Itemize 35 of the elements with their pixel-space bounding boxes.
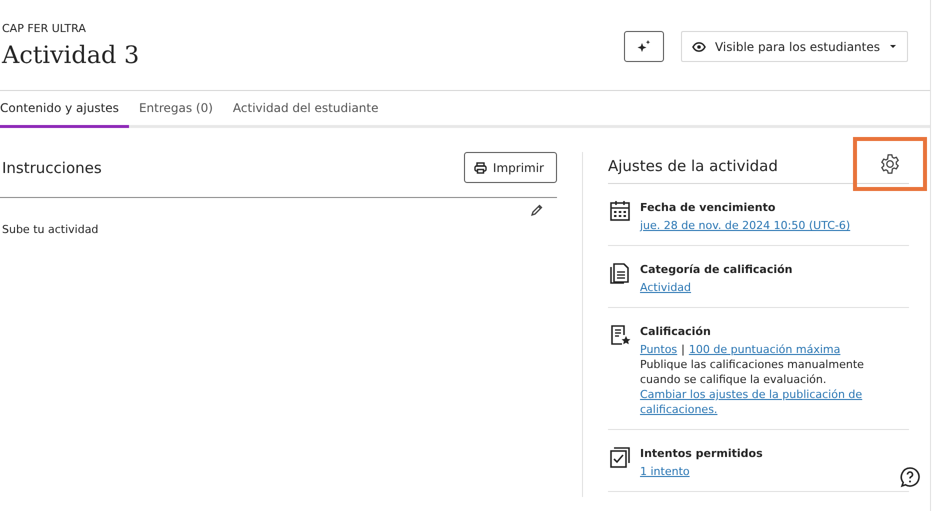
setting-link[interactable]: Actividad [640, 280, 882, 295]
pencil-icon[interactable] [530, 204, 543, 217]
setting-link[interactable]: Cambiar los ajustes de la publicación de calificaciones. [640, 387, 882, 417]
setting-title: Calificación [640, 324, 712, 339]
eye-icon [692, 42, 706, 52]
print-button[interactable]: Imprimir [464, 152, 557, 183]
tab[interactable]: Actividad del estudiante [222, 91, 388, 128]
tab[interactable]: Contenido y ajustes [0, 91, 129, 128]
ai-assist-button[interactable] [624, 31, 664, 62]
setting-title: Fecha de vencimiento [640, 200, 776, 215]
page-title: Actividad 3 [2, 41, 140, 69]
setting-link[interactable]: Puntos [640, 343, 678, 356]
checkbox-stack-icon [609, 446, 631, 468]
section-heading: Ajustes de la actividad [608, 156, 778, 174]
help-icon[interactable] [899, 466, 921, 488]
visibility-dropdown[interactable]: Visible para los estudiantes [680, 31, 908, 62]
caret-icon [889, 44, 897, 49]
setting-title: Categoría de calificación [640, 262, 794, 277]
tab[interactable]: Entregas (0) [128, 91, 223, 128]
setting-title: Intentos permitidos [640, 446, 764, 461]
settings-icon [879, 152, 901, 174]
setting-link[interactable]: jue. 28 de nov. de 2024 10:50 (UTC-6) [640, 218, 882, 233]
setting-description: Publique las calificaciones manualmente cuando se califique la evaluación. [640, 357, 865, 387]
instructions-text: Sube tu actividad [1, 223, 100, 236]
setting-link[interactable]: 100 de puntuación máxima [688, 343, 840, 356]
settings-button[interactable] [853, 136, 927, 190]
calendar-icon [609, 200, 631, 222]
document-icon [609, 262, 631, 284]
setting-link[interactable]: 1 intento [640, 464, 882, 479]
section-heading: Instrucciones [2, 158, 102, 176]
graded-document-icon [609, 324, 631, 346]
separator: | [681, 343, 685, 356]
printer-icon [474, 162, 487, 174]
sparkle-icon [636, 40, 651, 54]
course-name: CAP FER ULTRA [2, 22, 87, 35]
